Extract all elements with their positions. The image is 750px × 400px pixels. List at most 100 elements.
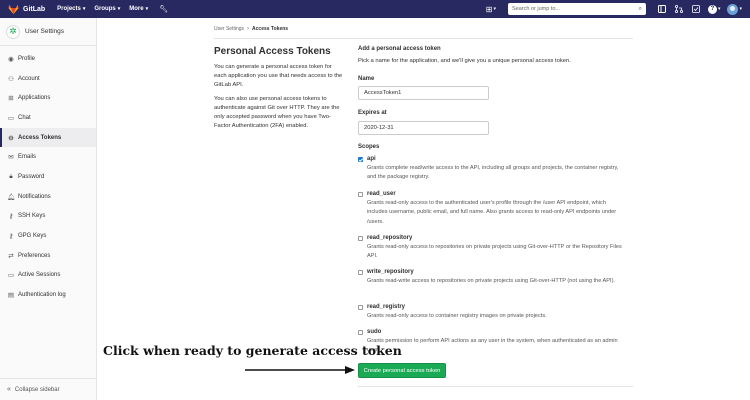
scope-description: Grants read-only access to container reg… [367, 313, 547, 319]
search-placeholder: Search or jump to... [511, 6, 560, 12]
scope-description: Grants permission to perform API actions… [367, 338, 618, 354]
token-icon: ⊖ [8, 134, 14, 142]
scope-name: write_repository [367, 269, 414, 275]
chevron-down-icon: ▾ [145, 6, 149, 12]
double-chevron-left-icon: « [7, 386, 11, 393]
breadcrumb-current[interactable]: Access Tokens [252, 26, 288, 32]
divider [214, 38, 633, 39]
page-title: Personal Access Tokens [214, 46, 331, 57]
search-input[interactable]: Search or jump to... ⌕ [507, 3, 646, 15]
name-field[interactable]: AccessToken1 [358, 86, 489, 100]
chat-icon: ▭ [7, 114, 15, 122]
intro-paragraph: You can also use personal access tokens … [214, 95, 340, 130]
chevron-down-icon: ▾ [739, 6, 742, 12]
name-label: Name [358, 76, 375, 82]
applications-icon: ⊞ [8, 95, 14, 103]
sidebar-item-preferences[interactable]: ⇄ Preferences [0, 246, 96, 266]
scope-read-user: read_user Grants read-only access to the… [358, 191, 628, 227]
sidebar-item-label: Applications [18, 95, 51, 102]
sidebar-item-label: Password [18, 173, 45, 180]
expires-label: Expires at [358, 110, 387, 116]
scope-write-repository-checkbox[interactable] [358, 269, 363, 275]
sidebar-toggle-icon[interactable] [657, 4, 668, 15]
scope-name: read_registry [367, 304, 406, 310]
sidebar-item-authentication-log[interactable]: ▤ Authentication log [0, 285, 96, 305]
create-token-label: Create personal access token [363, 367, 441, 374]
scope-name: api [367, 156, 376, 162]
sidebar-item-ssh-keys[interactable]: ⚷ SSH Keys [0, 207, 96, 227]
sidebar-item-emails[interactable]: ✉ Emails [0, 147, 96, 167]
scope-description: Grants read-only access to repositories … [367, 244, 622, 260]
sidebar-item-profile[interactable]: ◉ Profile [0, 49, 96, 69]
sidebar-item-label: GPG Keys [18, 233, 47, 240]
create-token-button[interactable]: Create personal access token [358, 363, 446, 378]
preferences-icon: ⇄ [8, 252, 14, 260]
name-field-value: AccessToken1 [364, 90, 402, 96]
nav-more[interactable]: More ▾ [129, 6, 148, 12]
sidebar-item-password[interactable]: 🔒︎ Password [0, 167, 96, 187]
key-icon: ⚷ [8, 213, 14, 221]
token-form: Add a personal access token Pick a name … [358, 46, 633, 353]
chevron-down-icon: ▾ [717, 6, 721, 12]
sidebar-item-label: Notifications [18, 193, 51, 200]
sidebar-item-label: SSH Keys [18, 213, 46, 220]
scope-read-registry: read_registry Grants read-only access to… [358, 304, 628, 321]
chevron-down-icon: ▾ [493, 6, 496, 12]
gitlab-logo[interactable]: GitLab [8, 4, 45, 14]
intro-column: Personal Access Tokens You can generate … [214, 46, 344, 135]
sidebar-item-label: Preferences [18, 252, 51, 259]
arrow-right-icon [245, 366, 355, 374]
log-icon: ▤ [7, 292, 15, 300]
user-menu[interactable]: ▾ [727, 3, 742, 15]
lock-icon: 🔒︎ [9, 172, 13, 180]
settings-sidebar: ✲ User Settings ◉ Profile ⚇ Account ⊞ Appli… [0, 18, 97, 400]
scope-read-repository: read_repository Grants read-only access … [358, 235, 628, 262]
sidebar-title: User Settings [25, 28, 65, 35]
nav-projects[interactable]: Projects ▾ [57, 6, 85, 12]
account-icon: ⚇ [8, 75, 14, 83]
sidebar-item-account[interactable]: ⚇ Account [0, 69, 96, 89]
collapse-sidebar-button[interactable]: « Collapse sidebar [0, 378, 96, 400]
help-icon: ? [707, 4, 717, 14]
sidebar-item-access-tokens[interactable]: ⊖ Access Tokens [0, 127, 96, 148]
scope-read-registry-checkbox[interactable] [358, 304, 363, 310]
sidebar-item-applications[interactable]: ⊞ Applications [0, 88, 96, 108]
scope-api-checkbox[interactable] [358, 156, 363, 162]
breadcrumb-parent[interactable]: User Settings [214, 26, 244, 32]
scope-description: Grants complete read/write access to the… [367, 165, 619, 181]
new-dropdown-button[interactable]: ⊞ ▾ [486, 5, 496, 14]
gitlab-fox-icon [8, 4, 19, 14]
scope-name: read_user [367, 191, 396, 197]
form-heading: Add a personal access token [358, 46, 441, 52]
sidebar-item-label: Authentication log [18, 292, 66, 299]
sidebar-item-gpg-keys[interactable]: ⚷ GPG Keys [0, 226, 96, 246]
scope-name: read_repository [367, 235, 413, 241]
nav-groups-label: Groups [94, 6, 116, 12]
sidebar-item-label: Chat [18, 114, 31, 121]
merge-request-icon[interactable] [674, 4, 685, 15]
help-dropdown[interactable]: ? ▾ [707, 4, 721, 14]
user-avatar-icon: ✲ [6, 24, 20, 39]
sidebar-item-chat[interactable]: ▭ Chat [0, 108, 96, 128]
sidebar-item-label: Account [18, 75, 40, 82]
scope-description: Grants read-only access to the authentic… [367, 200, 617, 225]
scope-api: api Grants complete read/write access to… [358, 156, 628, 183]
scope-read-repository-checkbox[interactable] [358, 235, 363, 241]
mail-icon: ✉ [8, 154, 14, 162]
todo-icon[interactable] [691, 4, 702, 15]
sidebar-item-active-sessions[interactable]: ▭ Active Sessions [0, 266, 96, 286]
expires-at-field[interactable]: 2020-12-31 [358, 121, 489, 135]
nav-groups[interactable]: Groups ▾ [94, 6, 120, 12]
sidebar-header[interactable]: ✲ User Settings [0, 18, 96, 46]
brand-name: GitLab [23, 5, 46, 13]
expires-at-value: 2020-12-31 [364, 125, 394, 131]
annotation-text: Click when ready to generate access toke… [103, 343, 402, 358]
sidebar-item-notifications[interactable]: 🔔︎ Notifications [0, 187, 96, 207]
scope-sudo-checkbox[interactable] [358, 329, 363, 335]
form-subheading: Pick a name for the application, and we'… [358, 58, 571, 64]
scope-read-user-checkbox[interactable] [358, 191, 363, 197]
plus-square-icon: ⊞ [485, 4, 493, 14]
nav-projects-label: Projects [57, 6, 81, 12]
intro-paragraph: You can generate a personal access token… [214, 64, 343, 89]
wrench-icon[interactable]: 🔧︎ [159, 5, 168, 13]
